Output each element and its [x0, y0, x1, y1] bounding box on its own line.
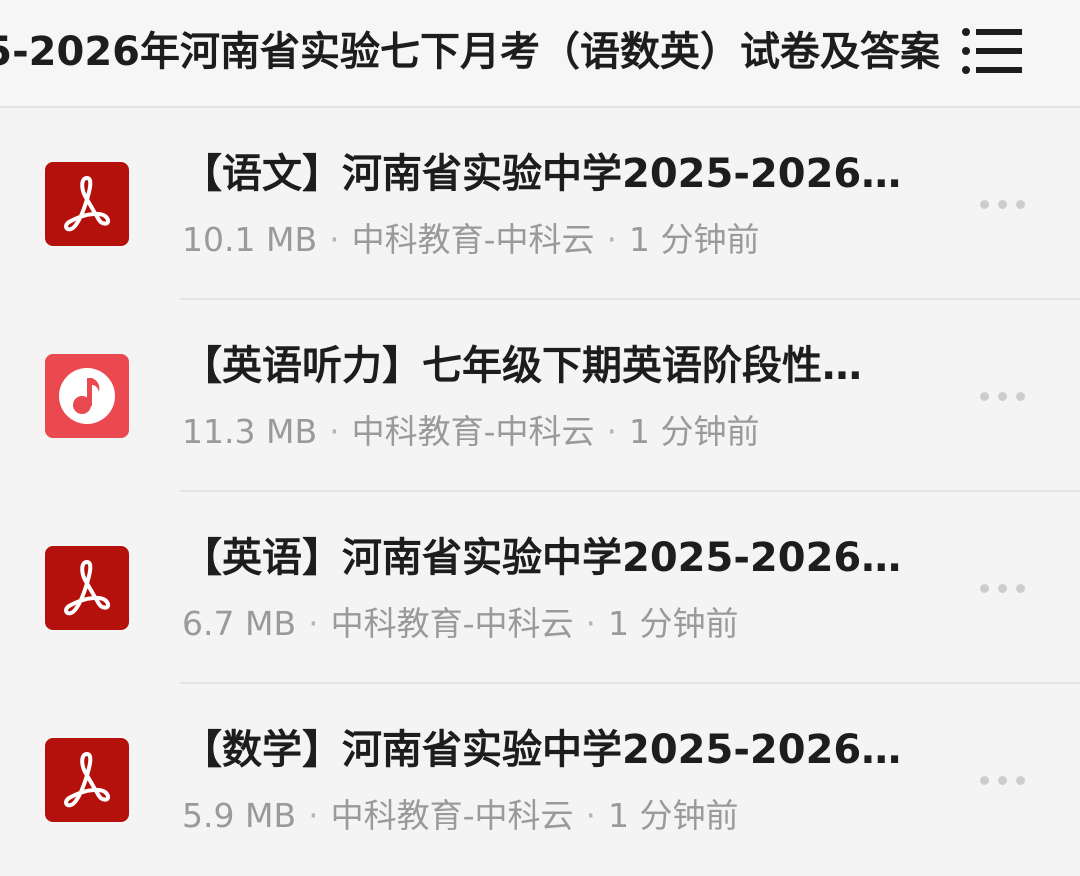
file-source: 中科教育-中科云 — [351, 220, 595, 259]
music-note-icon — [45, 354, 129, 438]
file-meta: 11.3 MB · 中科教育-中科云 · 1 分钟前 — [182, 408, 962, 456]
more-dots-icon[interactable] — [974, 380, 1030, 412]
file-meta: 5.9 MB · 中科教育-中科云 · 1 分钟前 — [182, 792, 962, 840]
file-time: 1 分钟前 — [629, 412, 760, 451]
file-time: 1 分钟前 — [608, 796, 739, 835]
file-row[interactable]: 【数学】河南省实验中学2025-2026… 5.9 MB · 中科教育-中科云 · 1 … — [0, 684, 1080, 876]
meta-separator: · — [329, 220, 340, 259]
file-source: 中科教育-中科云 — [330, 604, 574, 643]
file-name: 【语文】河南省实验中学2025-2026… — [182, 151, 902, 197]
file-time: 1 分钟前 — [629, 220, 760, 259]
file-row[interactable]: 【英语】河南省实验中学2025-2026… 6.7 MB · 中科教育-中科云 · 1 … — [0, 492, 1080, 684]
file-size: 5.9 MB — [182, 796, 297, 835]
more-dots-icon[interactable] — [974, 188, 1030, 220]
meta-separator: · — [308, 604, 319, 643]
file-size: 11.3 MB — [182, 412, 318, 451]
more-dots-icon[interactable] — [974, 572, 1030, 604]
pdf-icon — [45, 546, 129, 630]
page-title: 2025-2026年河南省实验七下月考（语数英）试卷及答案 — [0, 0, 940, 104]
file-time: 1 分钟前 — [608, 604, 739, 643]
file-name: 【英语】河南省实验中学2025-2026… — [182, 535, 902, 581]
header-bar: 2025-2026年河南省实验七下月考（语数英）试卷及答案 — [0, 0, 1080, 108]
meta-separator: · — [606, 220, 618, 259]
pdf-icon — [45, 738, 129, 822]
meta-separator: · — [308, 796, 319, 835]
file-meta: 10.1 MB · 中科教育-中科云 · 1 分钟前 — [182, 216, 962, 264]
file-name: 【数学】河南省实验中学2025-2026… — [182, 727, 902, 773]
file-source: 中科教育-中科云 — [351, 412, 595, 451]
meta-separator: · — [606, 412, 618, 451]
file-source: 中科教育-中科云 — [330, 796, 574, 835]
file-row[interactable]: 【英语听力】七年级下期英语阶段性… 11.3 MB · 中科教育-中科云 · 1 分钟前 — [0, 300, 1080, 492]
meta-separator: · — [585, 604, 597, 643]
meta-separator: · — [585, 796, 597, 835]
pdf-icon — [45, 162, 129, 246]
file-meta: 6.7 MB · 中科教育-中科云 · 1 分钟前 — [182, 600, 962, 648]
file-row[interactable]: 【语文】河南省实验中学2025-2026… 10.1 MB · 中科教育-中科云 · 1… — [0, 108, 1080, 300]
meta-separator: · — [329, 412, 340, 451]
more-dots-icon[interactable] — [974, 764, 1030, 796]
file-size: 10.1 MB — [182, 220, 318, 259]
list-menu-icon[interactable] — [952, 22, 1032, 82]
page-title-text: 2025-2026年河南省实验七下月考（语数英）试卷及答案 — [0, 29, 940, 75]
file-list: 【语文】河南省实验中学2025-2026… 10.1 MB · 中科教育-中科云 · 1… — [0, 108, 1080, 876]
file-name: 【英语听力】七年级下期英语阶段性… — [182, 343, 862, 389]
file-size: 6.7 MB — [182, 604, 297, 643]
